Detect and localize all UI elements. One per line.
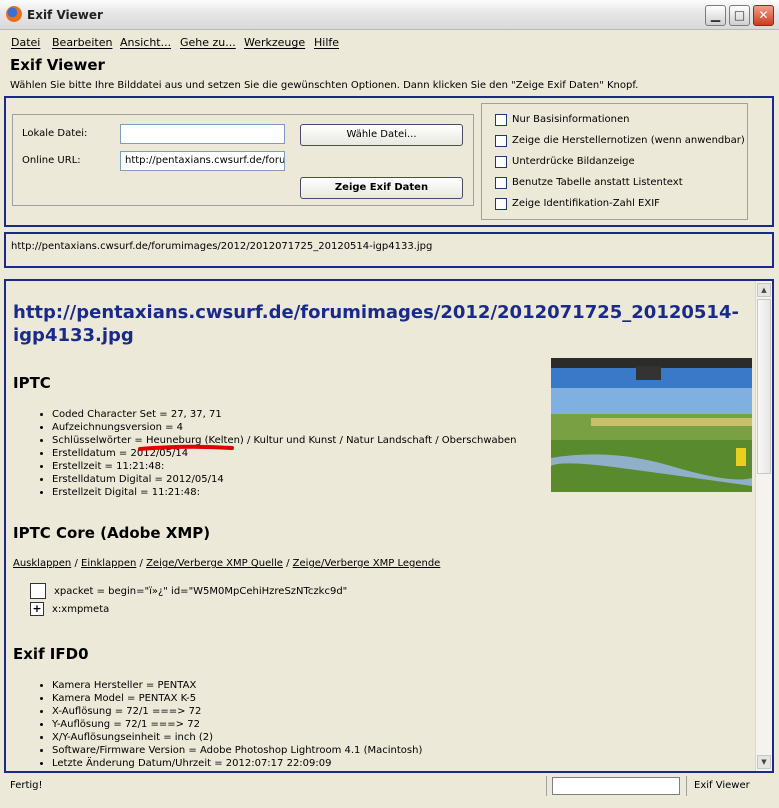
list-item: Erstelldatum Digital = 2012/05/14 (52, 473, 516, 486)
collapse-link[interactable]: Einklappen (81, 558, 136, 569)
local-file-input[interactable] (120, 124, 285, 144)
minimize-button[interactable]: ▁ (705, 5, 726, 26)
status-divider (546, 776, 547, 796)
exif-list: Kamera Hersteller = PENTAX Kamera Model … (32, 679, 422, 770)
xmp-row-xpacket: xpacket = begin="ï»¿" id="W5M0MpCehiHzre… (30, 583, 347, 599)
toggle-xmp-legend-link[interactable]: Zeige/Verberge XMP Legende (293, 558, 441, 569)
title-bar: Exif Viewer ▁ □ ✕ (0, 0, 779, 30)
exif-ifd0-heading: Exif IFD0 (13, 645, 89, 663)
xmp-heading: IPTC Core (Adobe XMP) (13, 524, 211, 542)
image-url-heading: http://pentaxians.cwsurf.de/forumimages/… (13, 302, 739, 346)
option-label: Zeige Identifikation-Zahl EXIF (512, 198, 660, 209)
list-item: Coded Character Set = 27, 37, 71 (52, 408, 516, 421)
status-app-name: Exif Viewer (694, 780, 750, 791)
list-item: X/Y-Auflösungseinheit = inch (2) (52, 731, 422, 744)
status-text: Fertig! (10, 780, 43, 791)
scroll-down-button[interactable]: ▼ (757, 755, 771, 769)
checkbox[interactable] (495, 135, 507, 147)
app-title: Exif Viewer (10, 56, 105, 74)
xmp-node-text: x:xmpmeta (52, 604, 110, 615)
maximize-button[interactable]: □ (729, 5, 750, 26)
online-url-label: Online URL: (22, 155, 81, 166)
photo-thumbnail (551, 358, 752, 492)
list-item: Aufzeichnungsversion = 4 (52, 421, 516, 434)
list-item: X-Auflösung = 72/1 ===> 72 (52, 705, 422, 718)
firefox-icon (6, 6, 22, 22)
choose-file-button[interactable]: Wähle Datei... (300, 124, 463, 146)
list-item: Erstelldatum = 2012/05/14 (52, 447, 516, 460)
window-title: Exif Viewer (27, 8, 103, 22)
list-item: Erstellzeit = 11:21:48: (52, 460, 516, 473)
menu-ansicht[interactable]: Ansicht... (120, 36, 171, 49)
scroll-up-button[interactable]: ▲ (757, 283, 771, 297)
red-highlight-stroke (138, 444, 234, 451)
toggle-xmp-source-link[interactable]: Zeige/Verberge XMP Quelle (146, 558, 283, 569)
menu-bar: Datei Bearbeiten Ansicht... Gehe zu... W… (0, 32, 779, 52)
xmp-node-text: xpacket = begin="ï»¿" id="W5M0MpCehiHzre… (54, 586, 348, 597)
vertical-scrollbar[interactable]: ▲ ▼ (755, 281, 772, 771)
list-item: Letzte Änderung Datum/Uhrzeit = 2012:07:… (52, 757, 422, 770)
expand-link[interactable]: Ausklappen (13, 558, 71, 569)
xmp-links: Ausklappen / Einklappen / Zeige/Verberge… (13, 558, 441, 569)
option-label: Zeige die Herstellernotizen (wenn anwend… (512, 135, 745, 146)
expand-plus-icon[interactable]: + (30, 602, 44, 616)
menu-gehe-zu[interactable]: Gehe zu... (180, 36, 236, 49)
status-bar: Fertig! Exif Viewer (0, 774, 779, 808)
minimize-icon: ▁ (710, 8, 721, 22)
status-divider (686, 776, 687, 796)
close-icon: ✕ (758, 8, 769, 22)
close-button[interactable]: ✕ (753, 5, 774, 26)
list-item: Erstellzeit Digital = 11:21:48: (52, 486, 516, 499)
checkbox[interactable] (495, 156, 507, 168)
scroll-thumb[interactable] (757, 299, 771, 474)
xmp-node-box[interactable] (30, 583, 46, 599)
list-item: Schlüsselwörter = Heuneburg (Kelten) / K… (52, 434, 516, 447)
iptc-list: Coded Character Set = 27, 37, 71 Aufzeic… (32, 408, 516, 499)
list-item: Software/Firmware Version = Adobe Photos… (52, 744, 422, 757)
menu-bearbeiten[interactable]: Bearbeiten (52, 36, 112, 49)
menu-datei[interactable]: Datei (11, 36, 40, 49)
instructions-text: Wählen Sie bitte Ihre Bilddatei aus und … (10, 80, 639, 91)
url-panel: http://pentaxians.cwsurf.de/forumimages/… (4, 232, 774, 268)
checkbox[interactable] (495, 114, 507, 126)
menu-hilfe[interactable]: Hilfe (314, 36, 339, 49)
checkbox[interactable] (495, 177, 507, 189)
iptc-heading: IPTC (13, 374, 51, 392)
show-exif-button[interactable]: Zeige Exif Daten (300, 177, 463, 199)
option-label: Benutze Tabelle anstatt Listentext (512, 177, 683, 188)
local-file-label: Lokale Datei: (22, 128, 88, 139)
option-label: Nur Basisinformationen (512, 114, 630, 125)
status-progress-box (552, 777, 680, 795)
menu-werkzeuge[interactable]: Werkzeuge (244, 36, 305, 49)
option-label: Unterdrücke Bildanzeige (512, 156, 635, 167)
checkbox[interactable] (495, 198, 507, 210)
xmp-row-xmpmeta: + x:xmpmeta (30, 602, 109, 616)
url-display: http://pentaxians.cwsurf.de/forumimages/… (11, 241, 433, 252)
list-item: Kamera Model = PENTAX K-5 (52, 692, 422, 705)
list-item: Y-Auflösung = 72/1 ===> 72 (52, 718, 422, 731)
online-url-input[interactable]: http://pentaxians.cwsurf.de/forumimages/… (120, 151, 285, 171)
results-pane[interactable]: http://pentaxians.cwsurf.de/forumimages/… (4, 279, 774, 773)
maximize-icon: □ (733, 8, 746, 22)
list-item: Kamera Hersteller = PENTAX (52, 679, 422, 692)
